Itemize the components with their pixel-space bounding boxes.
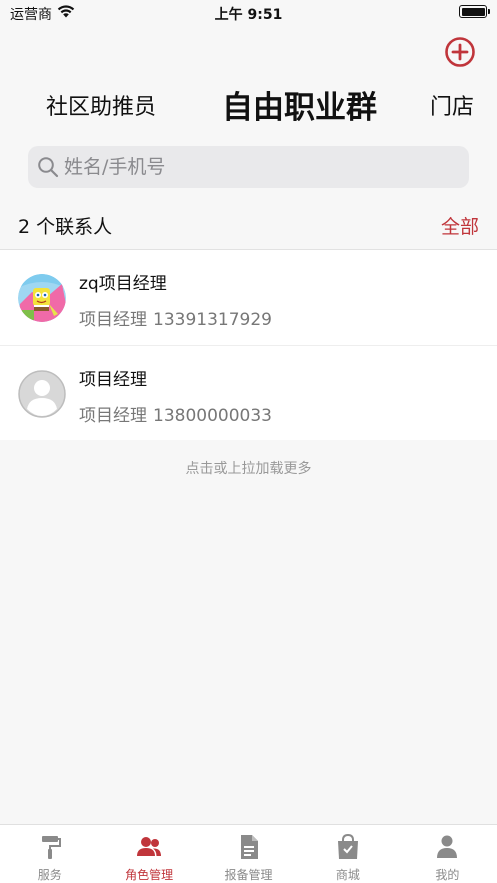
document-icon — [240, 835, 258, 859]
default-avatar — [18, 370, 66, 418]
shopping-bag-icon — [337, 834, 358, 859]
tabbar-item-mall[interactable]: 商城 — [298, 825, 397, 883]
tabbar-label: 我的 — [435, 868, 460, 882]
search-input[interactable] — [64, 146, 459, 188]
tabbar-label: 角色管理 — [125, 868, 174, 882]
contacts-count: 2 个联系人 — [18, 216, 113, 238]
contact-role: 项目经理 — [79, 406, 147, 426]
tabbar-item-role-management[interactable]: 角色管理 — [99, 825, 198, 883]
tab-store[interactable]: 门店 — [430, 86, 474, 130]
search-icon — [38, 157, 59, 178]
users-icon — [137, 837, 162, 856]
tabbar-label: 商城 — [335, 868, 360, 882]
bottom-tab-bar: 服务 角色管理 报备管理 商城 我的 — [0, 824, 497, 883]
status-bar: 运营商 上午 9:51 — [0, 0, 497, 26]
contact-name: 项目经理 — [79, 370, 147, 390]
battery-icon — [459, 5, 490, 18]
status-time: 上午 9:51 — [214, 7, 283, 23]
cartoon-avatar — [18, 274, 66, 322]
contact-phone: 13800000033 — [153, 406, 272, 426]
tabbar-label: 报备管理 — [224, 868, 273, 882]
paint-roller-icon — [41, 836, 61, 859]
tab-freelance-group[interactable]: 自由职业群 — [222, 86, 377, 130]
list-item[interactable]: zq项目经理 项目经理 13391317929 — [0, 250, 497, 345]
contact-phone: 13391317929 — [153, 310, 272, 330]
tabbar-item-service[interactable]: 服务 — [0, 825, 99, 883]
contact-list: zq项目经理 项目经理 13391317929 项目经理 项目经理 13800000… — [0, 250, 497, 440]
load-more-button[interactable]: 点击或上拉加载更多 — [0, 458, 497, 478]
list-item[interactable]: 项目经理 项目经理 13800000033 — [0, 345, 497, 440]
contact-role: 项目经理 — [79, 310, 147, 330]
user-icon — [437, 835, 458, 858]
tabbar-item-mine[interactable]: 我的 — [398, 825, 497, 883]
search-bar[interactable] — [28, 146, 469, 188]
tab-community-promoter[interactable]: 社区助推员 — [46, 86, 156, 130]
tabbar-label: 服务 — [37, 868, 62, 882]
tabbar-item-report-management[interactable]: 报备管理 — [199, 825, 298, 883]
contact-name: zq项目经理 — [79, 274, 167, 294]
contact-meta: 项目经理 13800000033 — [79, 401, 272, 426]
contact-meta: 项目经理 13391317929 — [79, 305, 272, 330]
add-button[interactable] — [444, 36, 476, 68]
filter-all-button[interactable]: 全部 — [441, 212, 479, 239]
